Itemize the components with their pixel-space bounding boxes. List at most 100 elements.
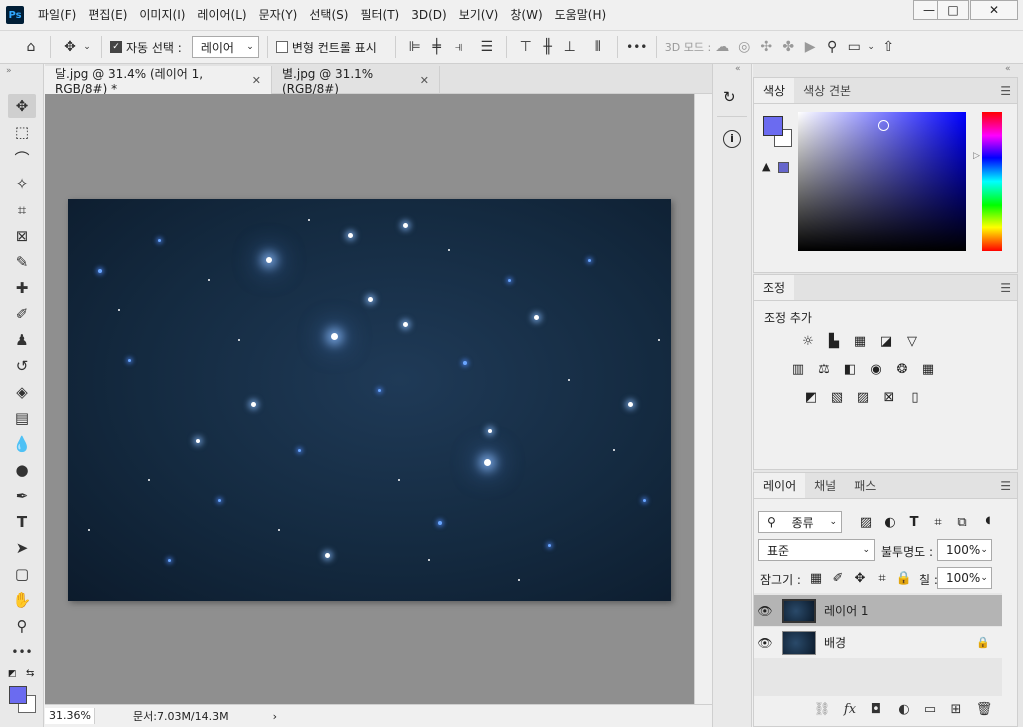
align-bottom-icon[interactable]: ⊥: [559, 36, 581, 58]
hue-slider-handle-icon[interactable]: ▷: [973, 151, 980, 161]
fx-icon[interactable]: fx: [840, 699, 860, 719]
stamp-tool-icon[interactable]: ♟: [8, 328, 36, 352]
more-options-icon[interactable]: •••: [626, 36, 648, 58]
auto-select-dropdown[interactable]: 레이어 ⌄: [191, 36, 259, 58]
healing-brush-icon[interactable]: ✚: [8, 276, 36, 300]
filter-type-icon[interactable]: T: [905, 514, 923, 530]
visibility-eye-icon[interactable]: 👁: [754, 604, 776, 618]
close-button[interactable]: ✕: [970, 0, 1018, 20]
auto-select-checkbox[interactable]: ✓: [110, 41, 122, 53]
3d-pan-icon[interactable]: ✣: [755, 36, 777, 58]
filter-toggle-icon[interactable]: ◖: [979, 512, 997, 528]
close-icon[interactable]: ✕: [420, 74, 429, 87]
dodge-tool-icon[interactable]: ●: [8, 458, 36, 482]
hue-saturation-icon[interactable]: ▥: [789, 361, 807, 377]
filter-smart-object-icon[interactable]: ⧉: [953, 514, 971, 530]
color-field[interactable]: [798, 112, 966, 251]
more-tools-icon[interactable]: •••: [8, 640, 36, 664]
warning-icon[interactable]: ▲: [762, 160, 770, 173]
tab-paths[interactable]: 패스: [845, 473, 885, 498]
3d-orbit-icon[interactable]: ☁: [711, 36, 733, 58]
close-icon[interactable]: ✕: [252, 74, 261, 87]
maximize-button[interactable]: □: [937, 0, 969, 20]
hand-tool-icon[interactable]: ✋: [8, 588, 36, 612]
info-icon[interactable]: i: [723, 130, 741, 148]
brush-tool-icon[interactable]: ✐: [8, 302, 36, 326]
foreground-color-swatch[interactable]: [9, 686, 27, 704]
layer-row[interactable]: 👁 배경 🔒: [754, 627, 1002, 658]
path-select-icon[interactable]: ➤: [8, 536, 36, 560]
hue-slider[interactable]: [982, 112, 1002, 251]
document-canvas[interactable]: [68, 199, 671, 601]
magic-wand-icon[interactable]: ✧: [8, 172, 36, 196]
distribute-icon[interactable]: ☰: [476, 36, 498, 58]
new-adjustment-layer-icon[interactable]: ◐: [894, 699, 914, 719]
eraser-tool-icon[interactable]: ◈: [8, 380, 36, 404]
align-left-icon[interactable]: ⊫: [404, 36, 426, 58]
exposure-icon[interactable]: ◪: [877, 333, 895, 349]
transform-controls-checkbox[interactable]: [275, 41, 288, 53]
selective-color-icon[interactable]: ⊠: [880, 389, 898, 405]
align-middle-icon[interactable]: ╫: [537, 36, 559, 58]
crop-tool-icon[interactable]: ⌗: [8, 198, 36, 222]
menu-filter[interactable]: 필터(T): [354, 0, 405, 30]
eyedropper-icon[interactable]: ✎: [8, 250, 36, 274]
chevron-down-icon[interactable]: ⌄: [81, 36, 93, 58]
vibrance-icon[interactable]: ▽: [903, 333, 921, 349]
collapse-icon[interactable]: »: [6, 66, 12, 76]
brightness-icon[interactable]: ☼: [799, 333, 817, 349]
vertical-scrollbar[interactable]: [694, 94, 712, 704]
panel-menu-icon[interactable]: ☰: [1000, 281, 1011, 295]
delete-layer-icon[interactable]: 🗑: [974, 699, 994, 719]
channel-mixer-icon[interactable]: ❂: [893, 361, 911, 377]
tab-swatches[interactable]: 색상 견본: [794, 78, 860, 103]
align-center-icon[interactable]: ╪: [426, 36, 448, 58]
search-icon[interactable]: ⚲: [821, 36, 843, 58]
layer-row[interactable]: 👁 레이어 1: [754, 595, 1002, 626]
distribute-vertical-icon[interactable]: ⫴: [587, 36, 609, 58]
3d-roll-icon[interactable]: ◎: [733, 36, 755, 58]
align-right-icon[interactable]: ⫣: [448, 36, 470, 58]
chevron-down-icon[interactable]: ⌄: [865, 36, 877, 58]
tab-adjustments[interactable]: 조정: [754, 275, 795, 300]
black-white-icon[interactable]: ◧: [841, 361, 859, 377]
share-icon[interactable]: ⇧: [877, 36, 899, 58]
filter-pixel-icon[interactable]: ▨: [857, 514, 875, 530]
link-icon[interactable]: ⛓: [812, 699, 832, 719]
menu-layer[interactable]: 레이어(L): [191, 0, 252, 30]
lock-position-icon[interactable]: ✥: [851, 570, 869, 586]
tab-layers[interactable]: 레이어: [754, 473, 806, 498]
collapse-icon[interactable]: «: [1005, 64, 1011, 74]
align-top-icon[interactable]: ⊤: [515, 36, 537, 58]
status-menu-arrow[interactable]: ›: [273, 710, 277, 723]
opacity-input[interactable]: 100% ⌄: [937, 539, 992, 561]
blend-mode-dropdown[interactable]: 표준 ⌄: [758, 539, 875, 561]
panel-menu-icon[interactable]: ☰: [1000, 84, 1011, 98]
menu-help[interactable]: 도움말(H): [549, 0, 613, 30]
posterize-icon[interactable]: ▧: [828, 389, 846, 405]
menu-view[interactable]: 보기(V): [453, 0, 505, 30]
new-layer-icon[interactable]: ⊞: [946, 699, 966, 719]
lock-transparency-icon[interactable]: ▦: [807, 570, 825, 586]
canvas-workspace[interactable]: [45, 94, 694, 704]
tab-color[interactable]: 색상: [754, 78, 795, 103]
tab-channels[interactable]: 채널: [805, 473, 845, 498]
panel-menu-icon[interactable]: ☰: [1000, 479, 1011, 493]
filter-shape-icon[interactable]: ⌗: [929, 514, 947, 530]
foreground-color-swatch[interactable]: [763, 116, 783, 136]
lasso-tool-icon[interactable]: ⌒: [8, 146, 36, 170]
gradient-tool-icon[interactable]: ▤: [8, 406, 36, 430]
fill-input[interactable]: 100% ⌄: [937, 567, 992, 589]
history-icon[interactable]: ↻: [723, 88, 736, 106]
layer-filter-dropdown[interactable]: ⚲ 종류 ⌄: [758, 511, 842, 533]
filter-adjustment-icon[interactable]: ◐: [881, 514, 899, 530]
lock-pixels-icon[interactable]: ✐: [829, 570, 847, 586]
menu-edit[interactable]: 편집(E): [82, 0, 133, 30]
menu-file[interactable]: 파일(F): [32, 0, 82, 30]
move-tool-icon[interactable]: ✥: [59, 36, 81, 58]
3d-slide-icon[interactable]: ✤: [777, 36, 799, 58]
default-colors-icon[interactable]: ◩: [8, 669, 17, 679]
zoom-tool-icon[interactable]: ⚲: [8, 614, 36, 638]
color-balance-icon[interactable]: ⚖: [815, 361, 833, 377]
3d-camera-icon[interactable]: ▶: [799, 36, 821, 58]
